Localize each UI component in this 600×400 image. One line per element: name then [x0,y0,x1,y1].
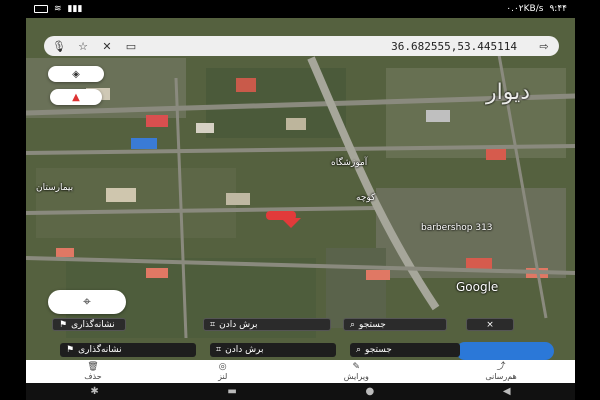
crop-icon: ⌗ [216,345,222,355]
share-label: هم‌رسانی [485,371,517,381]
close-label: × [486,319,494,330]
recents-icon[interactable]: ▬ [227,386,236,397]
divar-watermark: دیوار [486,80,531,105]
bookmark-label: نشانه‌گذاری [78,345,122,355]
compass-icon: ▲ [72,91,80,103]
bookmark-icon: ⚑ [59,319,68,330]
delete-action[interactable]: 🗑 حذف [84,361,102,381]
edit-label: ویرایش [343,371,369,381]
cast-icon[interactable]: ▭ [124,40,138,53]
share-icon: ⤴ [496,361,506,372]
google-logo: Google [456,280,499,294]
mic-icon[interactable]: 🎙 [52,40,66,53]
bookmark-button-2[interactable]: ⚑ نشانه‌گذاری [60,343,196,357]
close-icon[interactable]: ✕ [100,40,114,53]
back-icon[interactable]: ◀ [503,386,511,397]
lens-action[interactable]: ◎ لنز [218,361,228,381]
close-button[interactable]: × [466,318,514,331]
status-speed: ۰.۰۲KB/s [506,4,544,14]
layers-icon: ◈ [72,68,80,80]
wifi-icon: ≋ [54,4,62,14]
bookmark-label: نشانه‌گذاری [71,319,115,330]
poi-label[interactable]: کوچه [356,193,375,203]
battery-icon [34,5,48,13]
layers-button[interactable]: ◈ [48,66,104,82]
bookmark-icon: ⚑ [66,345,75,355]
crop-icon: ⌗ [210,319,216,330]
crop-button-2[interactable]: ⌗ برش دادن [210,343,336,357]
edit-action[interactable]: ✎ ویرایش [343,361,369,381]
home-icon[interactable]: ● [366,386,375,397]
poi-label[interactable]: barbershop 313 [421,223,493,233]
search-button-2[interactable]: ⌕ جستجو [350,343,460,357]
share-action[interactable]: ⤴ هم‌رسانی [485,361,517,381]
star-icon[interactable]: ☆ [76,40,90,53]
delete-label: حذف [84,371,102,381]
search-icon: ⌕ [350,319,356,330]
lens-label: لنز [218,371,228,381]
search-button[interactable]: ⌕ جستجو [343,318,447,331]
action-panel: 🗑 حذف ◎ لنز ✎ ویرایش ⤴ هم‌رسانی [26,360,575,383]
compass-button[interactable]: ▲ [50,89,102,105]
coordinates-text[interactable]: 36.682555,53.445114 [148,40,527,53]
trash-icon: 🗑 [87,361,99,372]
status-time: ۹:۴۴ [549,4,567,14]
system-nav-bar: ✱ ▬ ● ◀ [26,383,575,400]
search-label: جستجو [365,345,392,355]
accent-strip [456,342,554,360]
edit-icon: ✎ [352,361,361,372]
crosshair-icon: ⌖ [83,294,91,310]
poi-label[interactable]: بیمارستان [36,183,73,193]
accessibility-icon[interactable]: ✱ [90,386,98,397]
status-bar: ≋ ▮▮▮ ۹:۴۴ ۰.۰۲KB/s [26,0,575,18]
poi-label[interactable]: آموزشگاه [331,158,367,168]
crop-label: برش دادن [219,319,258,330]
search-icon: ⌕ [356,345,362,355]
address-bar[interactable]: 🎙 ☆ ✕ ▭ 36.682555,53.445114 ⇨ [44,36,559,56]
crop-label: برش دادن [225,345,264,355]
search-label: جستجو [359,319,386,330]
bookmark-button[interactable]: ⚑ نشانه‌گذاری [52,318,126,331]
signal-icon: ▮▮▮ [67,4,83,14]
lens-icon: ◎ [218,361,227,372]
crop-button[interactable]: ⌗ برش دادن [203,318,331,331]
my-location-button[interactable]: ⌖ [48,290,126,314]
share-icon[interactable]: ⇨ [537,40,551,53]
phone-screen: ≋ ▮▮▮ ۹:۴۴ ۰.۰۲KB/s barbershop 313 آموزش… [0,0,600,400]
